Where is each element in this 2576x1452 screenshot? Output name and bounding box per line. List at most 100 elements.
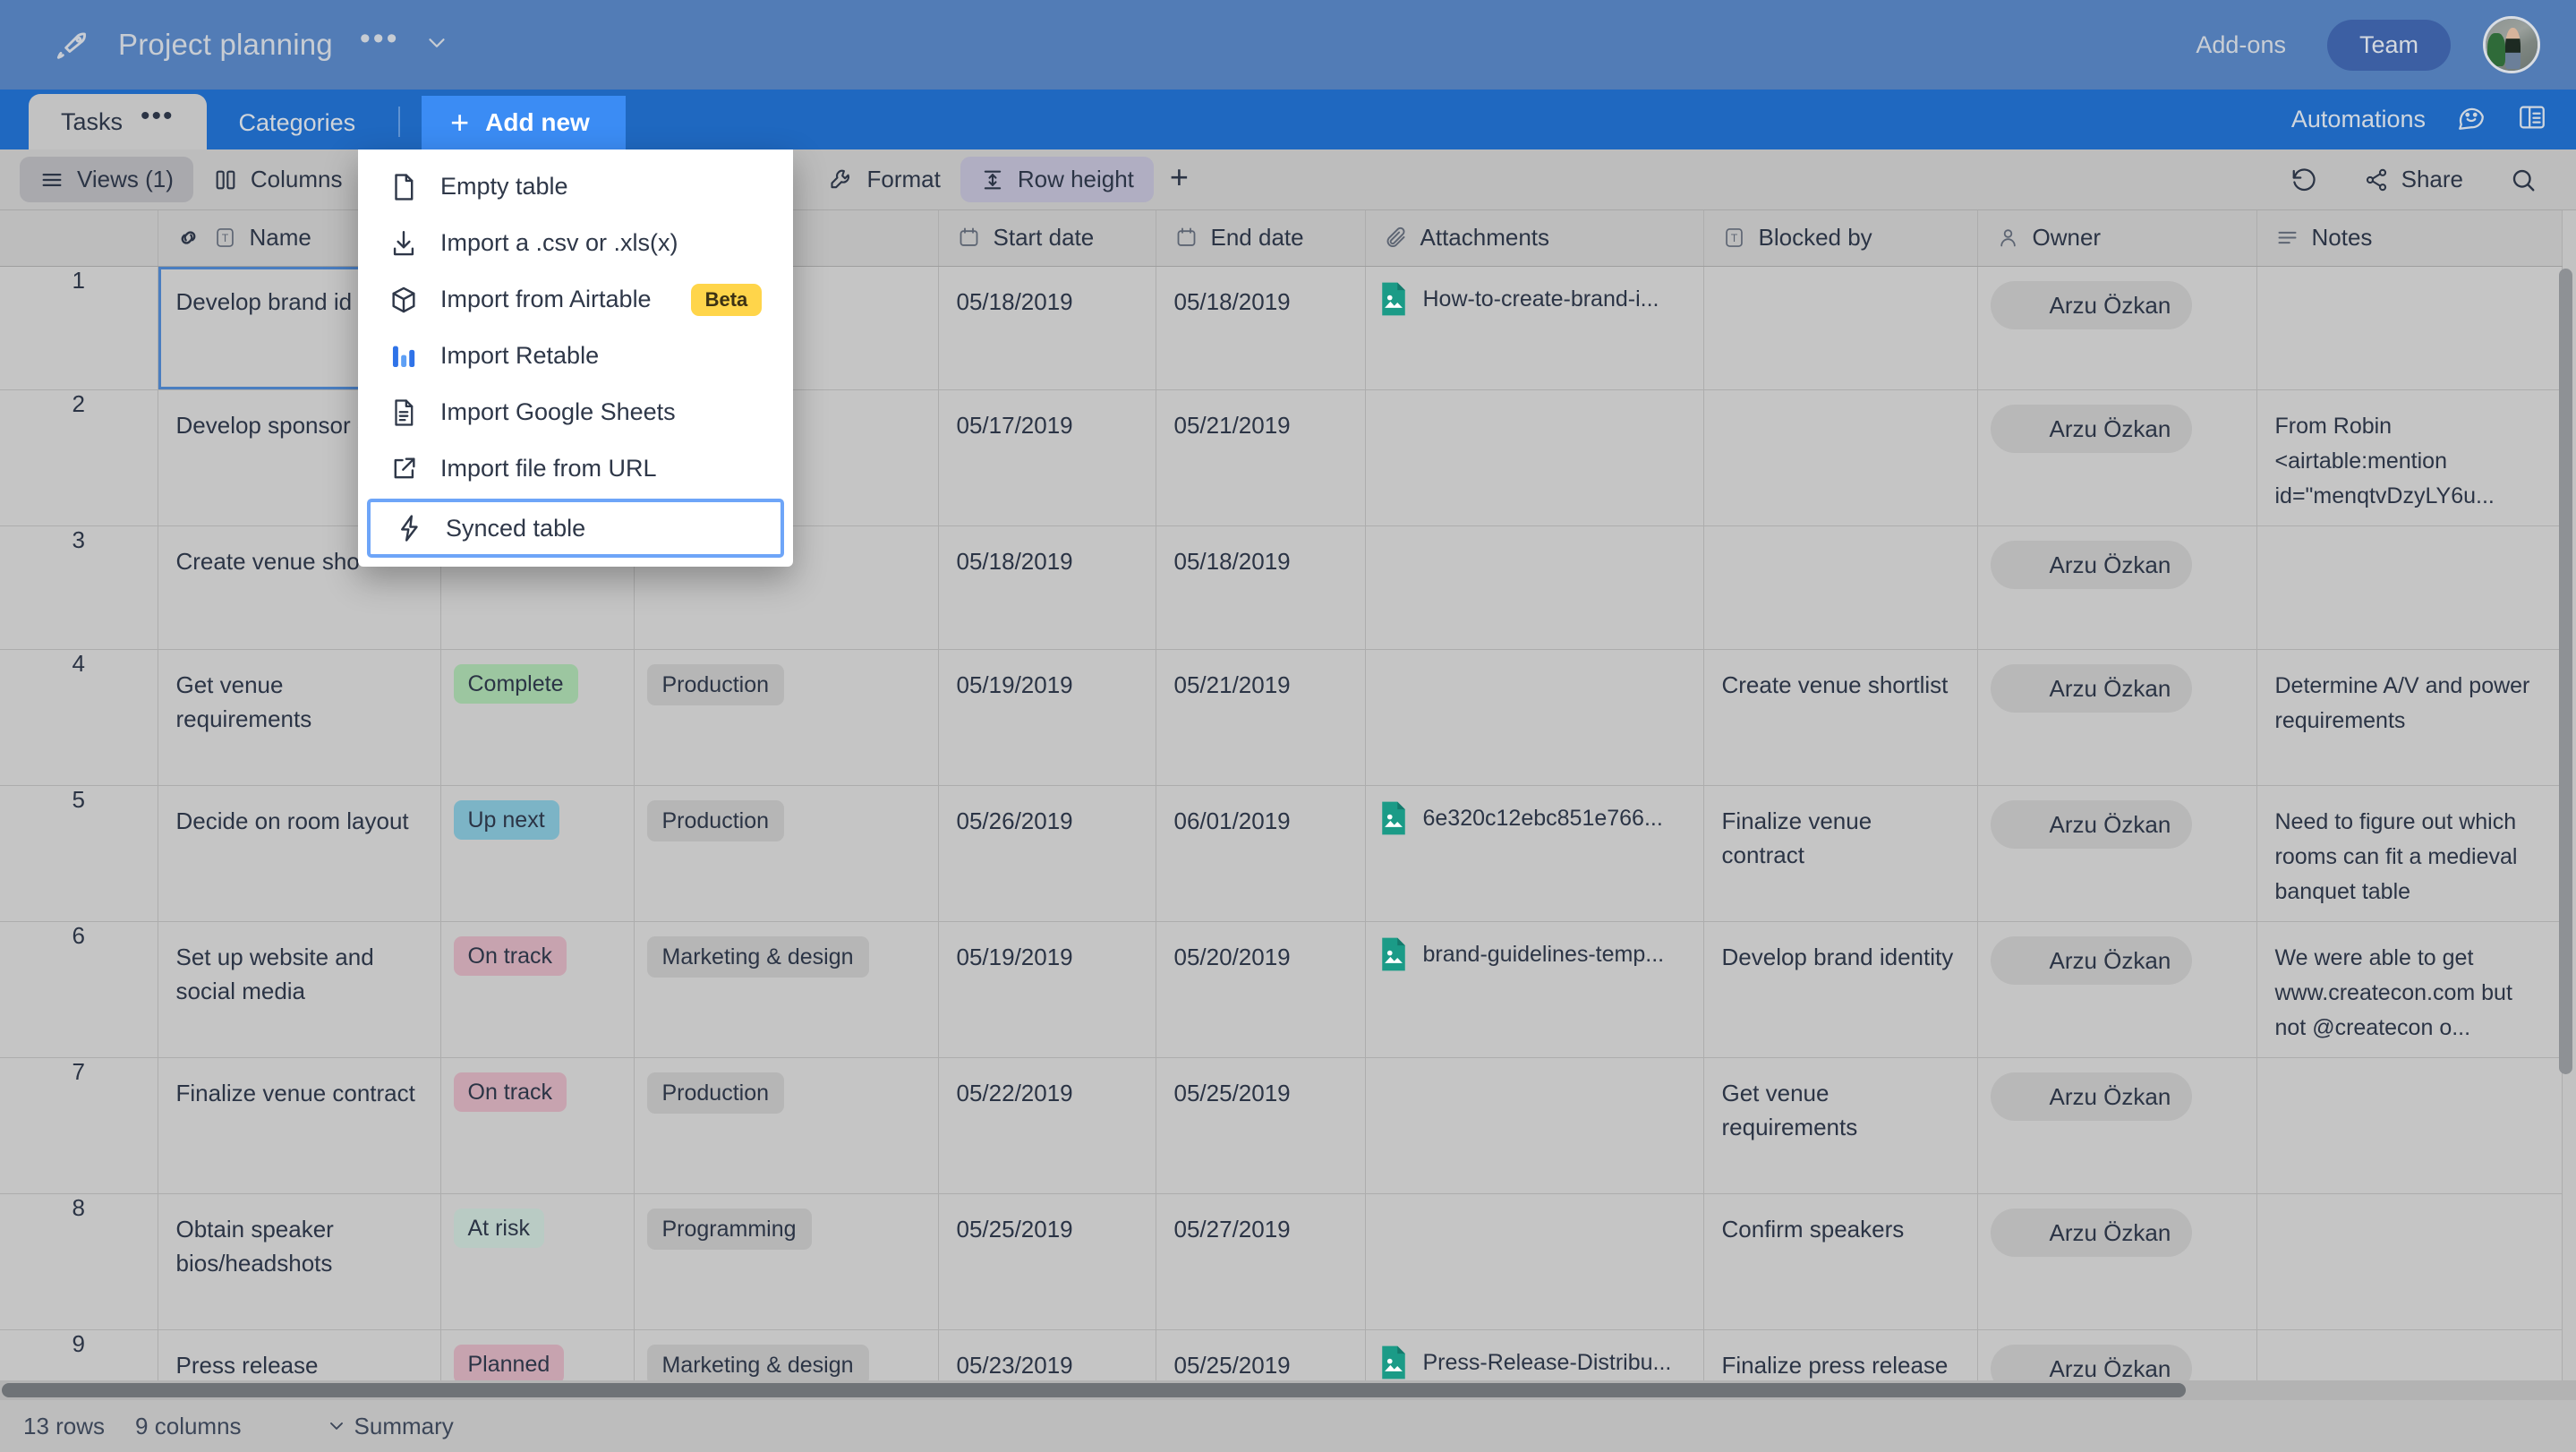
feedback-smiley-icon[interactable] xyxy=(2456,102,2486,137)
addons-button[interactable]: Add-ons xyxy=(2196,31,2286,59)
cell-blocked-by[interactable] xyxy=(1703,266,1978,390)
header-owner[interactable]: Owner xyxy=(1977,210,2257,267)
menu-item-empty-table[interactable]: Empty table xyxy=(358,158,793,215)
cell-status[interactable]: Complete xyxy=(440,649,635,786)
cell-attachments[interactable]: brand-guidelines-temp... xyxy=(1365,921,1704,1058)
cell-start-date[interactable]: 05/19/2019 xyxy=(938,921,1156,1058)
cell-start-date[interactable]: 05/19/2019 xyxy=(938,649,1156,786)
cell-name[interactable]: Press release distribution xyxy=(158,1329,441,1380)
cell-blocked-by[interactable]: Develop brand identity xyxy=(1703,921,1978,1058)
cell-owner[interactable]: Arzu Özkan xyxy=(1977,525,2257,650)
cell-name[interactable]: Finalize venue contract xyxy=(158,1057,441,1194)
cell-blocked-by[interactable]: Get venue requirements xyxy=(1703,1057,1978,1194)
cell-category[interactable]: Marketing & design xyxy=(634,1329,939,1380)
cell-owner[interactable]: Arzu Özkan xyxy=(1977,1329,2257,1380)
table-row[interactable]: 8 Obtain speaker bios/headshots At risk … xyxy=(0,1193,2563,1330)
cell-attachments[interactable] xyxy=(1365,525,1704,650)
cell-blocked-by[interactable]: Finalize press release xyxy=(1703,1329,1978,1380)
table-row[interactable]: 9 Press release distribution Planned Mar… xyxy=(0,1329,2563,1380)
cell-attachments[interactable]: Press-Release-Distribu... xyxy=(1365,1329,1704,1380)
tab-categories[interactable]: Categories xyxy=(207,96,388,149)
cell-start-date[interactable]: 05/23/2019 xyxy=(938,1329,1156,1380)
attachment-item[interactable]: How-to-create-brand-i... xyxy=(1378,281,1691,317)
cell-status[interactable]: At risk xyxy=(440,1193,635,1330)
cell-owner[interactable]: Arzu Özkan xyxy=(1977,921,2257,1058)
cell-notes[interactable]: Determine A/V and power requirements xyxy=(2256,649,2563,786)
summary-button[interactable]: Summary xyxy=(326,1413,454,1440)
add-column-button[interactable]: + xyxy=(1154,155,1205,205)
title-more-button[interactable]: ••• xyxy=(360,23,400,59)
cell-end-date[interactable]: 05/27/2019 xyxy=(1156,1193,1366,1330)
search-button[interactable] xyxy=(2490,158,2556,202)
menu-item-import-csv-xls[interactable]: Import a .csv or .xls(x) xyxy=(358,215,793,271)
attachment-item[interactable]: brand-guidelines-temp... xyxy=(1378,936,1691,972)
cell-category[interactable]: Production xyxy=(634,1057,939,1194)
title-dropdown-button[interactable] xyxy=(423,30,450,61)
cell-start-date[interactable]: 05/25/2019 xyxy=(938,1193,1156,1330)
cell-owner[interactable]: Arzu Özkan xyxy=(1977,1193,2257,1330)
cell-notes[interactable]: Need to figure out which rooms can fit a… xyxy=(2256,785,2563,922)
cell-notes[interactable]: We were able to get www.createcon.com bu… xyxy=(2256,921,2563,1058)
cell-attachments[interactable] xyxy=(1365,649,1704,786)
cell-notes[interactable] xyxy=(2256,1193,2563,1330)
tab-tasks[interactable]: Tasks ••• xyxy=(29,94,207,149)
cell-status[interactable]: On track xyxy=(440,921,635,1058)
tab-tasks-more-icon[interactable]: ••• xyxy=(141,103,175,132)
cell-owner[interactable]: Arzu Özkan xyxy=(1977,649,2257,786)
cell-start-date[interactable]: 05/26/2019 xyxy=(938,785,1156,922)
add-new-button[interactable]: + Add new xyxy=(422,96,626,149)
menu-item-import-file-from-url[interactable]: Import file from URL xyxy=(358,440,793,497)
views-button[interactable]: Views (1) xyxy=(20,157,193,202)
cell-owner[interactable]: Arzu Özkan xyxy=(1977,389,2257,526)
cell-end-date[interactable]: 05/25/2019 xyxy=(1156,1329,1366,1380)
cell-category[interactable]: Production xyxy=(634,649,939,786)
cell-blocked-by[interactable]: Confirm speakers xyxy=(1703,1193,1978,1330)
cell-attachments[interactable] xyxy=(1365,389,1704,526)
cell-status[interactable]: On track xyxy=(440,1057,635,1194)
table-row[interactable]: 5 Decide on room layout Up next Producti… xyxy=(0,785,2563,922)
cell-notes[interactable] xyxy=(2256,1329,2563,1380)
cell-end-date[interactable]: 05/20/2019 xyxy=(1156,921,1366,1058)
cell-category[interactable]: Programming xyxy=(634,1193,939,1330)
table-row[interactable]: 7 Finalize venue contract On track Produ… xyxy=(0,1057,2563,1194)
table-row[interactable]: 6 Set up website and social media On tra… xyxy=(0,921,2563,1058)
automations-button[interactable]: Automations xyxy=(2291,106,2426,133)
header-notes[interactable]: Notes xyxy=(2256,210,2563,267)
attachment-item[interactable]: 6e320c12ebc851e766... xyxy=(1378,800,1691,836)
cell-category[interactable]: Marketing & design xyxy=(634,921,939,1058)
undo-button[interactable] xyxy=(2271,158,2337,202)
cell-attachments[interactable] xyxy=(1365,1193,1704,1330)
table-row[interactable]: 4 Get venue requirements Complete Produc… xyxy=(0,649,2563,786)
cell-owner[interactable]: Arzu Özkan xyxy=(1977,266,2257,390)
cell-blocked-by[interactable]: Create venue shortlist xyxy=(1703,649,1978,786)
cell-end-date[interactable]: 05/21/2019 xyxy=(1156,389,1366,526)
cell-end-date[interactable]: 05/18/2019 xyxy=(1156,266,1366,390)
horizontal-scrollbar-thumb[interactable] xyxy=(2,1383,2186,1397)
menu-item-synced-table[interactable]: Synced table xyxy=(367,499,784,558)
team-button[interactable]: Team xyxy=(2326,19,2451,71)
menu-item-import-retable[interactable]: Import Retable xyxy=(358,328,793,384)
cell-attachments[interactable] xyxy=(1365,1057,1704,1194)
cell-owner[interactable]: Arzu Özkan xyxy=(1977,1057,2257,1194)
cell-blocked-by[interactable] xyxy=(1703,525,1978,650)
cell-status[interactable]: Planned xyxy=(440,1329,635,1380)
row-height-button[interactable]: Row height xyxy=(960,157,1154,202)
vertical-scrollbar[interactable] xyxy=(2559,269,2572,1074)
sidebar-panel-icon[interactable] xyxy=(2517,102,2547,137)
attachment-item[interactable]: Press-Release-Distribu... xyxy=(1378,1345,1691,1380)
cell-blocked-by[interactable]: Finalize venue contract xyxy=(1703,785,1978,922)
columns-button[interactable]: Columns xyxy=(193,157,363,202)
header-end-date[interactable]: End date xyxy=(1156,210,1366,267)
cell-end-date[interactable]: 06/01/2019 xyxy=(1156,785,1366,922)
cell-notes[interactable] xyxy=(2256,525,2563,650)
cell-end-date[interactable]: 05/25/2019 xyxy=(1156,1057,1366,1194)
share-button[interactable]: Share xyxy=(2344,157,2483,202)
header-blocked-by[interactable]: T Blocked by xyxy=(1703,210,1978,267)
cell-attachments[interactable]: 6e320c12ebc851e766... xyxy=(1365,785,1704,922)
header-attachments[interactable]: Attachments xyxy=(1365,210,1704,267)
cell-owner[interactable]: Arzu Özkan xyxy=(1977,785,2257,922)
cell-name[interactable]: Get venue requirements xyxy=(158,649,441,786)
user-avatar[interactable] xyxy=(2483,16,2540,73)
cell-name[interactable]: Set up website and social media xyxy=(158,921,441,1058)
cell-attachments[interactable]: How-to-create-brand-i... xyxy=(1365,266,1704,390)
